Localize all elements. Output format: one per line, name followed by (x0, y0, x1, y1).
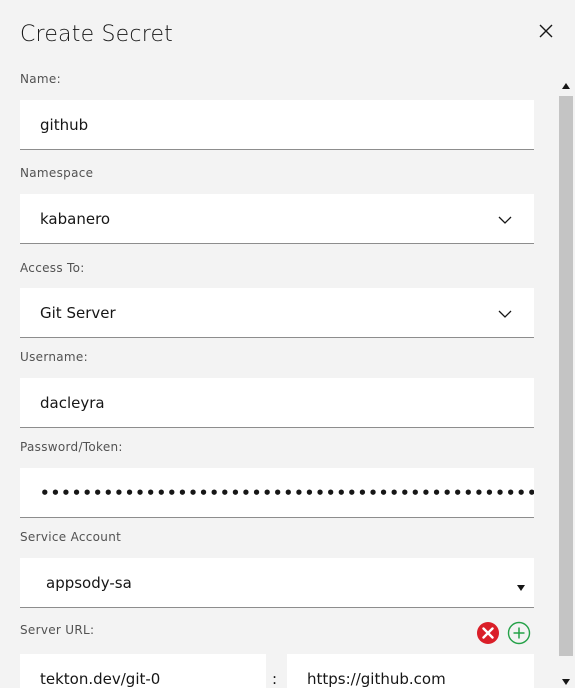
server-url-label: Server URL: (20, 623, 95, 637)
namespace-select[interactable]: kabanero (20, 194, 534, 244)
password-input[interactable]: ••••••••••••••••••••••••••••••••••••••••… (20, 468, 534, 518)
server-url-input[interactable]: https://github.com (287, 654, 534, 688)
namespace-value: kabanero (40, 209, 111, 228)
server-url-key-value: tekton.dev/git-0 (40, 670, 161, 688)
caret-down-icon (517, 578, 525, 596)
password-value: ••••••••••••••••••••••••••••••••••••••••… (40, 483, 534, 502)
chevron-down-icon (498, 211, 512, 229)
username-value: dacleyra (40, 393, 105, 412)
service-account-label: Service Account (20, 530, 122, 544)
url-separator: : (272, 670, 278, 688)
name-value: github (40, 115, 89, 134)
name-label: Name: (20, 72, 61, 86)
username-label: Username: (20, 350, 88, 364)
server-url-key-input[interactable]: tekton.dev/git-0 (20, 654, 266, 688)
modal-title: Create Secret (20, 22, 174, 47)
scrollbar-thumb[interactable] (559, 96, 573, 656)
access-to-value: Git Server (40, 303, 116, 322)
scrollbar[interactable] (557, 66, 575, 688)
access-to-select[interactable]: Git Server (20, 288, 534, 338)
password-label: Password/Token: (20, 440, 123, 454)
username-input[interactable]: dacleyra (20, 378, 534, 428)
close-icon[interactable] (533, 18, 559, 44)
name-input[interactable]: github (20, 100, 534, 150)
scroll-down-icon[interactable] (562, 670, 570, 688)
remove-circle-icon[interactable] (476, 621, 500, 645)
chevron-down-icon (498, 305, 512, 323)
server-url-value: https://github.com (307, 670, 446, 688)
create-secret-modal: Create Secret Name: github Namespace kab… (0, 0, 575, 688)
namespace-label: Namespace (20, 166, 94, 180)
scroll-up-icon[interactable] (562, 74, 570, 93)
service-account-value: appsody-sa (46, 573, 132, 592)
service-account-select[interactable]: appsody-sa (20, 558, 534, 608)
access-to-label: Access To: (20, 261, 85, 275)
add-circle-icon[interactable] (507, 621, 531, 645)
